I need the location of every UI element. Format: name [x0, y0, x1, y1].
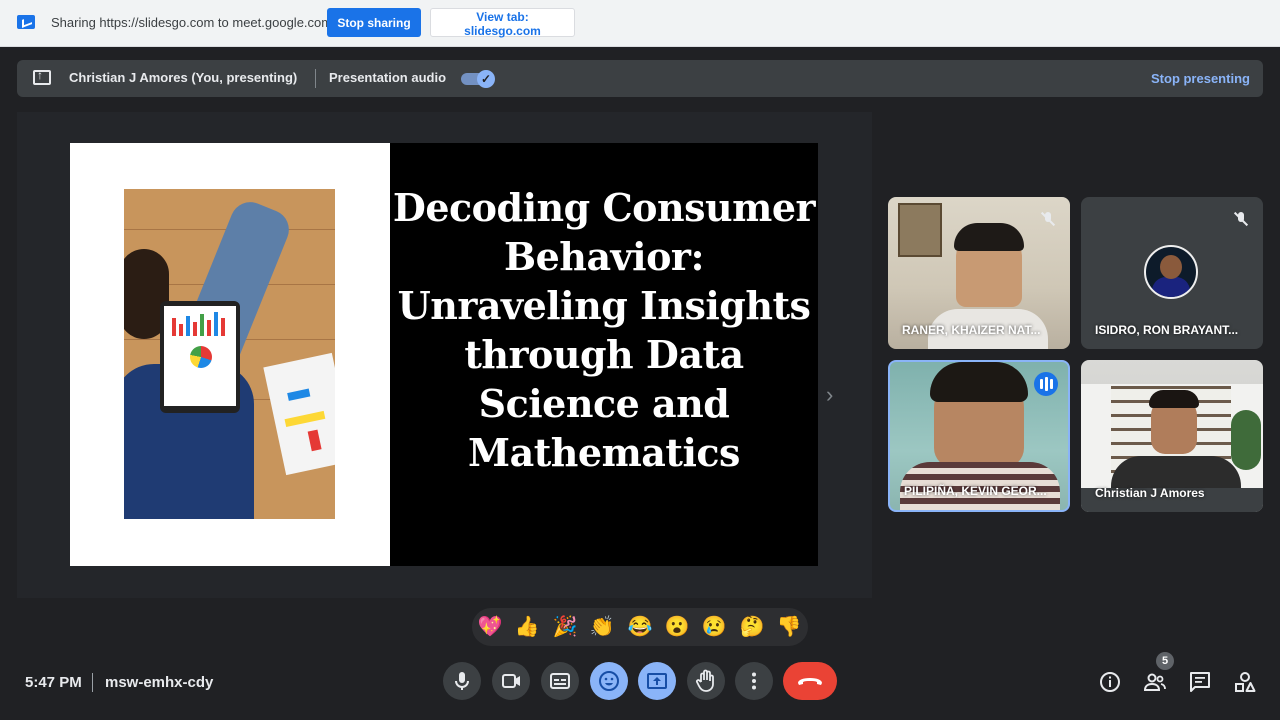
slide-title-line: Mathematics	[468, 430, 740, 475]
slide-title-line: Decoding Consumer	[392, 185, 816, 230]
mic-off-icon	[1040, 211, 1056, 227]
chat-button[interactable]	[1188, 670, 1212, 694]
presenting-bar: Christian J Amores (You, presenting) Pre…	[17, 60, 1263, 97]
meeting-code: msw-emhx-cdy	[105, 674, 214, 691]
speaking-indicator-icon	[1034, 372, 1058, 396]
participant-hair	[954, 223, 1024, 251]
info-icon	[1100, 672, 1120, 692]
more-icon	[752, 672, 756, 690]
wall-frame	[898, 203, 942, 257]
divider	[92, 673, 93, 692]
activities-icon	[1235, 672, 1256, 692]
reaction-sad[interactable]: 😢	[701, 614, 727, 640]
slide-title-line: Science and	[478, 381, 730, 426]
view-tab-button[interactable]: View tab: slidesgo.com	[430, 8, 575, 38]
slide-title-panel: Decoding Consumer Behavior: Unraveling I…	[390, 143, 818, 566]
reaction-surprised[interactable]: 😮	[664, 614, 690, 640]
slide-title-line: Unraveling Insights	[397, 283, 811, 328]
camera-button[interactable]	[492, 662, 530, 700]
participant-name: RANER, KHAIZER NAT...	[902, 323, 1041, 337]
mic-off-icon	[1233, 211, 1249, 227]
slide-title-line: through Data	[464, 332, 744, 377]
microphone-button[interactable]	[443, 662, 481, 700]
meeting-details-button[interactable]	[1098, 670, 1122, 694]
slide-title: Decoding Consumer Behavior: Unraveling I…	[390, 183, 818, 477]
raise-hand-icon	[696, 669, 714, 692]
participant-name: Christian J Amores	[1095, 486, 1205, 500]
more-options-button[interactable]	[735, 662, 773, 700]
tab-sharing-bar: Sharing https://slidesgo.com to meet.goo…	[0, 0, 1280, 47]
captions-icon	[550, 673, 570, 689]
participant-tile[interactable]: RANER, KHAIZER NAT...	[888, 197, 1070, 349]
chevron-right-icon[interactable]: ›	[826, 382, 833, 408]
plant	[1231, 410, 1261, 470]
reaction-thumbs-down[interactable]: 👎	[776, 614, 802, 640]
check-icon: ✓	[477, 70, 495, 88]
people-button[interactable]	[1143, 670, 1167, 694]
reaction-clap[interactable]: 👏	[589, 614, 615, 640]
presentation-audio-label: Presentation audio	[329, 70, 447, 85]
stop-sharing-button[interactable]: Stop sharing	[327, 8, 421, 37]
present-button[interactable]	[638, 662, 676, 700]
emoji-icon	[599, 671, 619, 691]
raise-hand-button[interactable]	[687, 662, 725, 700]
participant-hair	[930, 362, 1028, 402]
people-icon	[1143, 673, 1166, 691]
present-screen-icon	[33, 68, 51, 85]
participant-name: PILIPIÑA, KEVIN GEOR...	[904, 484, 1047, 498]
leave-call-button[interactable]	[783, 662, 837, 700]
participant-tile[interactable]: Christian J Amores	[1081, 360, 1263, 512]
participant-count-badge: 5	[1156, 652, 1174, 670]
participant-tile-active[interactable]: PILIPIÑA, KEVIN GEOR...	[888, 360, 1070, 512]
stop-presenting-button[interactable]: Stop presenting	[1151, 71, 1250, 86]
avatar	[1144, 245, 1198, 299]
activities-button[interactable]	[1233, 670, 1257, 694]
reactions-bar: 💖 👍 🎉 👏 😂 😮 😢 🤔 👎	[472, 608, 808, 646]
end-call-icon	[798, 678, 822, 685]
participant-hair	[1149, 390, 1199, 408]
participant-tile[interactable]: ISIDRO, RON BRAYANT...	[1081, 197, 1263, 349]
slide-photo	[124, 189, 335, 519]
participant-name: ISIDRO, RON BRAYANT...	[1095, 323, 1239, 337]
reaction-thinking[interactable]: 🤔	[739, 614, 765, 640]
sharing-status-text: Sharing https://slidesgo.com to meet.goo…	[51, 15, 333, 30]
chat-icon	[1190, 672, 1210, 692]
mic-icon	[455, 672, 469, 690]
reaction-thumbs-up[interactable]: 👍	[514, 614, 540, 640]
presenter-name: Christian J Amores (You, presenting)	[69, 70, 298, 85]
slide-title-line: Behavior:	[504, 234, 704, 279]
screen-share-icon	[17, 15, 35, 29]
reaction-party[interactable]: 🎉	[552, 614, 578, 640]
reactions-button[interactable]	[590, 662, 628, 700]
reaction-laugh[interactable]: 😂	[627, 614, 653, 640]
reaction-heart[interactable]: 💖	[477, 614, 503, 640]
meeting-time: 5:47 PM	[25, 674, 82, 691]
present-icon	[647, 673, 667, 689]
presentation-audio-toggle[interactable]: ✓	[461, 70, 497, 88]
camera-icon	[502, 674, 520, 688]
captions-button[interactable]	[541, 662, 579, 700]
divider	[315, 69, 316, 88]
